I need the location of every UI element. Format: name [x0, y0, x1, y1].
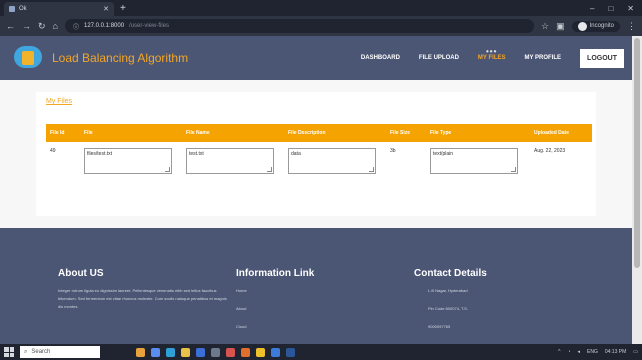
footer-link-about[interactable]: About [236, 305, 386, 313]
cell-file-size: 3b [390, 148, 396, 154]
cell-file-name: test.txt [182, 142, 284, 184]
nav-my-profile[interactable]: MY PROFILE [524, 55, 561, 61]
edge-icon[interactable] [166, 347, 175, 357]
logout-button[interactable]: LOGOUT [580, 48, 624, 68]
footer-contact-phone: 9000097765 [428, 324, 451, 329]
footer-link-home[interactable]: Home [236, 287, 386, 295]
url-path: /user-view-files [129, 23, 170, 29]
app-icon-3[interactable] [256, 347, 265, 357]
windows-start-icon[interactable] [4, 347, 14, 357]
word-icon[interactable] [286, 347, 295, 357]
chrome-icon[interactable] [226, 347, 235, 357]
nav-file-upload[interactable]: FILE UPLOAD [419, 55, 459, 61]
folder-icon[interactable] [181, 347, 190, 357]
nav-my-files[interactable]: ••• MY FILES [478, 47, 506, 61]
browser-tab[interactable]: Ok ✕ [4, 2, 114, 16]
chevron-up-icon[interactable]: ^ [558, 349, 560, 355]
tab-title: Ok [19, 6, 27, 12]
cell-file: files/test.txt [80, 142, 182, 184]
file-type-textarea[interactable]: text/plain [430, 148, 518, 174]
col-file-description: File Description [288, 130, 326, 136]
cell-file-id: 49 [50, 148, 56, 154]
incognito-icon [577, 21, 587, 31]
forward-icon[interactable]: → [22, 21, 31, 31]
star-icon[interactable]: ☆ [541, 21, 549, 32]
store-icon[interactable] [196, 347, 205, 357]
taskbar-lang[interactable]: ENG [587, 349, 598, 355]
close-tab-icon[interactable]: ✕ [103, 5, 109, 13]
back-icon[interactable]: ← [6, 21, 15, 31]
footer-links: Information Link Home About Cloud [236, 268, 386, 341]
taskbar-search-input[interactable]: ⌕ Search [20, 346, 100, 358]
col-file: File [84, 130, 93, 136]
col-file-size: File Size [390, 130, 411, 136]
browser-titlebar: Ok ✕ + – □ ✕ [0, 0, 642, 16]
footer-contact: Contact Details L.B Nagar, Hyderabad Pin… [414, 268, 574, 341]
main-content: My Files File Id File File Name File Des… [0, 80, 632, 228]
col-file-id: File Id [50, 130, 65, 136]
file-description-textarea[interactable]: data [288, 148, 376, 174]
cell-file-type: text/plain [426, 142, 530, 184]
cloud-database-icon [12, 44, 44, 72]
volume-icon[interactable]: ◂ [578, 349, 581, 355]
footer-about: About US Integer rutrum ligula eu dignis… [58, 268, 228, 311]
minimize-icon[interactable]: – [590, 4, 594, 13]
table-row: 49 files/test.txt test.txt data 3b text/… [46, 142, 592, 184]
col-uploaded-date: Uploaded Date [534, 130, 570, 136]
maximize-icon[interactable]: □ [608, 4, 613, 13]
app-icon-2[interactable] [241, 347, 250, 357]
profile-button[interactable]: Incognito [571, 20, 620, 32]
main-nav: DASHBOARD FILE UPLOAD ••• MY FILES MY PRO… [361, 47, 624, 68]
active-dots-icon: ••• [486, 47, 498, 56]
footer-contact-address: L.B Nagar, Hyderabad [428, 288, 468, 293]
table-header-row: File Id File File Name File Description … [46, 124, 592, 142]
footer-link-cloud[interactable]: Cloud [236, 323, 386, 331]
app-header: Load Balancing Algorithm DASHBOARD FILE … [0, 36, 632, 80]
files-table: File Id File File Name File Description … [46, 124, 592, 184]
col-file-name: File Name [186, 130, 210, 136]
reload-icon[interactable]: ↻ [38, 21, 46, 32]
sidebar-icon[interactable]: ▣ [556, 21, 565, 32]
task-view-icon[interactable] [151, 347, 160, 357]
scrollbar-thumb[interactable] [634, 38, 640, 268]
brand-title: Load Balancing Algorithm [52, 51, 189, 65]
file-path-textarea[interactable]: files/test.txt [84, 148, 172, 174]
footer-contact-pincode: Pin Code:500074, T.S. [428, 306, 468, 311]
file-name-textarea[interactable]: test.txt [186, 148, 274, 174]
col-file-type: File Type [430, 130, 452, 136]
search-icon: ⌕ [24, 348, 28, 355]
plus-icon[interactable]: + [120, 3, 126, 14]
mail-icon[interactable] [211, 347, 220, 357]
footer-links-title: Information Link [236, 268, 315, 279]
profile-label: Incognito [589, 23, 614, 29]
footer-contact-title: Contact Details [414, 268, 487, 279]
cell-uploaded-date: Aug. 22, 2023 [534, 148, 566, 154]
site-footer: About US Integer rutrum ligula eu dignis… [0, 228, 632, 344]
nav-dashboard[interactable]: DASHBOARD [361, 55, 400, 61]
notification-icon[interactable]: ▭ [633, 349, 638, 355]
system-tray: ^ ◔ ◂ ENG 04:13 PM ▭ [558, 349, 638, 355]
info-icon: ⓘ [72, 24, 79, 31]
breadcrumb[interactable]: My Files [46, 98, 72, 105]
home-icon[interactable]: ⌂ [53, 21, 58, 31]
footer-about-title: About US [58, 268, 104, 279]
taskbar-time[interactable]: 04:13 PM [605, 349, 626, 355]
os-taskbar: ⌕ Search ^ ◔ ◂ ENG 04:13 PM ▭ [0, 344, 642, 360]
network-icon[interactable]: ◔ [567, 349, 570, 355]
menu-icon[interactable]: ⋮ [627, 21, 636, 32]
app-icon[interactable] [136, 347, 145, 357]
files-card: My Files File Id File File Name File Des… [36, 92, 596, 216]
url-host: 127.0.0.1:8000 [84, 23, 125, 29]
footer-about-text: Integer rutrum ligula eu dignissim laore… [58, 288, 227, 309]
close-window-icon[interactable]: ✕ [627, 4, 634, 13]
app-icon-4[interactable] [271, 347, 280, 357]
favicon-icon [9, 6, 15, 12]
cell-file-description: data [284, 142, 386, 184]
address-bar-row: ← → ↻ ⌂ ⓘ 127.0.0.1:8000/user-view-files… [0, 16, 642, 36]
taskbar-search-placeholder: Search [31, 349, 51, 355]
url-input[interactable]: ⓘ 127.0.0.1:8000/user-view-files [64, 19, 535, 33]
